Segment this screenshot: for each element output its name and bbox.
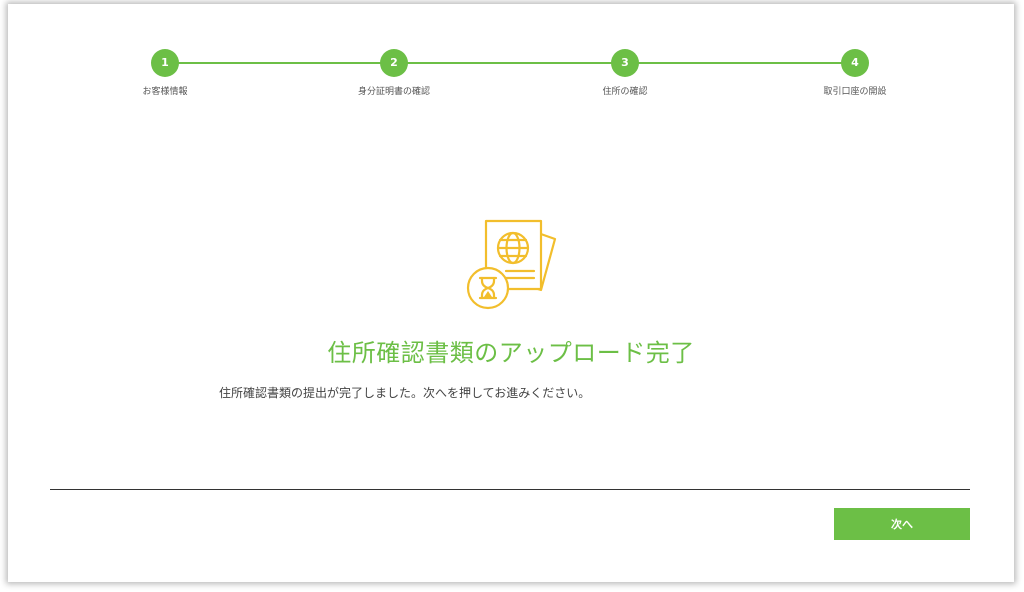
next-button[interactable]: 次へ [834,508,970,540]
passport-hourglass-icon [463,218,563,318]
completion-message: 住所確認書類の提出が完了しました。次へを押してお進みください。 [219,386,591,400]
step-4-circle: 4 [841,49,869,77]
step-3-label: 住所の確認 [602,87,648,97]
step-2-circle: 2 [380,49,408,77]
page-title: 住所確認書類のアップロード完了 [327,339,695,367]
step-3-circle: 3 [611,49,639,77]
step-1-circle: 1 [151,49,179,77]
footer-divider [50,489,970,490]
stepper-line [165,62,857,64]
page-frame: 1 お客様情報 2 身分証明書の確認 3 住所の確認 4 取引口座の開設 住所確… [8,4,1014,582]
step-1-label: お客様情報 [142,87,188,97]
progress-stepper: 1 お客様情報 2 身分証明書の確認 3 住所の確認 4 取引口座の開設 [8,4,1014,114]
step-2-label: 身分証明書の確認 [357,87,430,97]
step-4-label: 取引口座の開設 [823,87,887,97]
